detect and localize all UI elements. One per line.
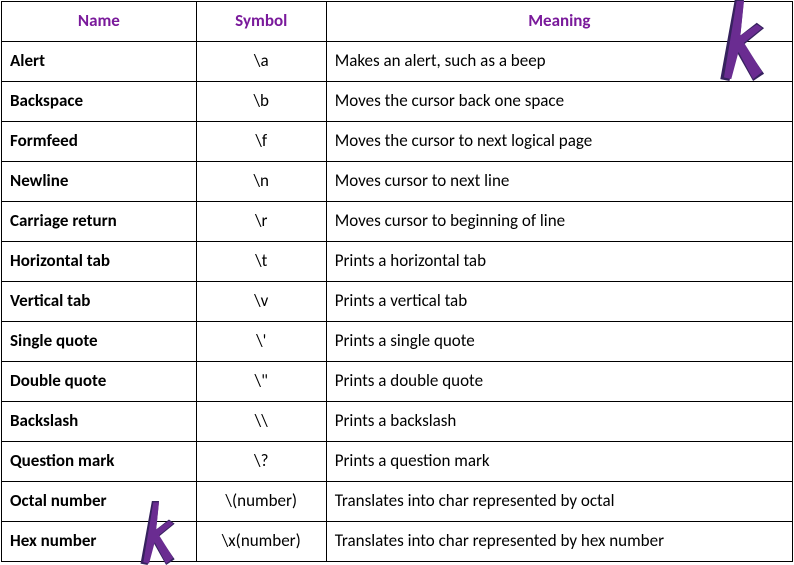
cell-meaning: Makes an alert, such as a beep xyxy=(326,42,792,82)
cell-symbol: \" xyxy=(196,362,326,402)
cell-symbol: \' xyxy=(196,322,326,362)
table-row: Hex number \x(number) Translates into ch… xyxy=(2,522,793,562)
cell-symbol: \x(number) xyxy=(196,522,326,562)
cell-meaning: Prints a backslash xyxy=(326,402,792,442)
cell-name: Vertical tab xyxy=(2,282,197,322)
cell-meaning: Moves cursor to next line xyxy=(326,162,792,202)
table-row: Octal number \(number) Translates into c… xyxy=(2,482,793,522)
cell-meaning: Moves the cursor to next logical page xyxy=(326,122,792,162)
cell-meaning: Moves cursor to beginning of line xyxy=(326,202,792,242)
table-row: Backslash \\ Prints a backslash xyxy=(2,402,793,442)
cell-name: Newline xyxy=(2,162,197,202)
cell-meaning: Prints a single quote xyxy=(326,322,792,362)
escape-sequence-table: Name Symbol Meaning Alert \a Makes an al… xyxy=(1,1,793,562)
cell-meaning: Prints a question mark xyxy=(326,442,792,482)
cell-symbol: \f xyxy=(196,122,326,162)
table-row: Formfeed \f Moves the cursor to next log… xyxy=(2,122,793,162)
cell-symbol: \r xyxy=(196,202,326,242)
table-row: Question mark \? Prints a question mark xyxy=(2,442,793,482)
cell-name: Alert xyxy=(2,42,197,82)
table-row: Alert \a Makes an alert, such as a beep xyxy=(2,42,793,82)
cell-name: Hex number xyxy=(2,522,197,562)
table-body: Alert \a Makes an alert, such as a beep … xyxy=(2,42,793,562)
table-row: Newline \n Moves cursor to next line xyxy=(2,162,793,202)
table-row: Single quote \' Prints a single quote xyxy=(2,322,793,362)
cell-name: Carriage return xyxy=(2,202,197,242)
cell-name: Formfeed xyxy=(2,122,197,162)
cell-name: Single quote xyxy=(2,322,197,362)
cell-name: Backslash xyxy=(2,402,197,442)
header-row: Name Symbol Meaning xyxy=(2,2,793,42)
header-symbol: Symbol xyxy=(196,2,326,42)
cell-meaning: Prints a horizontal tab xyxy=(326,242,792,282)
cell-symbol: \b xyxy=(196,82,326,122)
cell-name: Octal number xyxy=(2,482,197,522)
cell-meaning: Translates into char represented by hex … xyxy=(326,522,792,562)
cell-meaning: Prints a double quote xyxy=(326,362,792,402)
cell-symbol: \\ xyxy=(196,402,326,442)
table-row: Backspace \b Moves the cursor back one s… xyxy=(2,82,793,122)
cell-symbol: \? xyxy=(196,442,326,482)
table-row: Horizontal tab \t Prints a horizontal ta… xyxy=(2,242,793,282)
cell-symbol: \t xyxy=(196,242,326,282)
cell-meaning: Prints a vertical tab xyxy=(326,282,792,322)
header-meaning: Meaning xyxy=(326,2,792,42)
cell-symbol: \(number) xyxy=(196,482,326,522)
cell-name: Question mark xyxy=(2,442,197,482)
table-row: Vertical tab \v Prints a vertical tab xyxy=(2,282,793,322)
cell-symbol: \n xyxy=(196,162,326,202)
header-name: Name xyxy=(2,2,197,42)
table-row: Carriage return \r Moves cursor to begin… xyxy=(2,202,793,242)
cell-name: Double quote xyxy=(2,362,197,402)
cell-meaning: Translates into char represented by octa… xyxy=(326,482,792,522)
table-row: Double quote \" Prints a double quote xyxy=(2,362,793,402)
cell-name: Horizontal tab xyxy=(2,242,197,282)
cell-symbol: \a xyxy=(196,42,326,82)
cell-name: Backspace xyxy=(2,82,197,122)
cell-meaning: Moves the cursor back one space xyxy=(326,82,792,122)
cell-symbol: \v xyxy=(196,282,326,322)
